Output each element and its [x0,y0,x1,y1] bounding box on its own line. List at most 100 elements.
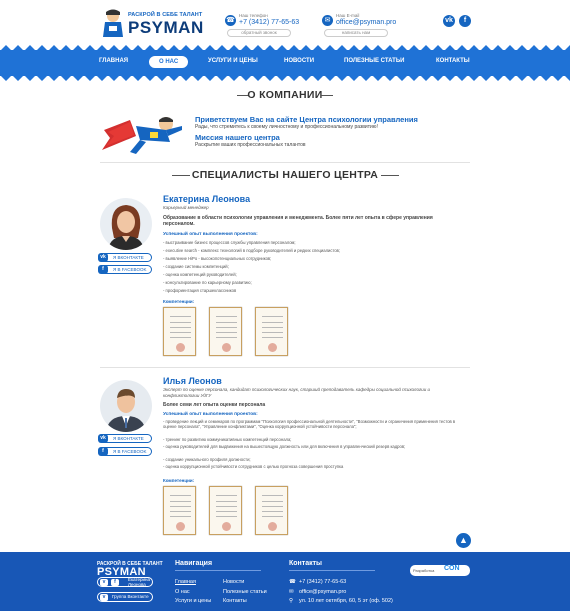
footer-contacts-underline [289,570,375,571]
specialist-role: Карьерный менеджер [163,205,209,210]
nav-item-services[interactable]: УСЛУГИ И ЦЕНЫ [208,58,258,64]
welcome-heading: Приветствуем Вас на сайте Центра психоло… [195,115,418,124]
nav-item-news[interactable]: НОВОСТИ [284,58,314,64]
certificate-thumbnail[interactable] [163,486,196,535]
developer-label: Разработка [413,568,435,573]
footer-link-services[interactable]: Услуги и цены [175,598,211,604]
footer-email[interactable]: office@psyman.pro [299,589,346,595]
experience-heading: Успешный опыт выполнения проектов: [163,412,258,417]
specialist-vk-button[interactable]: vk Я ВКОНТАКТЕ [98,253,152,262]
about-title: О КОМПАНИИ [247,89,323,101]
portrait-man-icon [100,380,152,432]
developer-badge[interactable]: Разработка CON [410,565,470,576]
footer-link-about[interactable]: О нас [175,589,190,595]
phone-number[interactable]: +7 (3412) 77-65-63 [239,19,299,26]
footer-nav-underline [175,570,261,571]
experience-item: - выявление HiPo - высокопотенциальных с… [163,256,272,261]
facebook-button-label: Я В FACEBOOK [113,449,147,454]
experience-item: - проведение лекций и семинаров по прогр… [163,419,456,429]
write-us-button[interactable]: написать нам [324,29,388,37]
seal-icon [176,343,185,352]
certificate-thumbnail[interactable] [209,486,242,535]
title-line-right [321,95,333,96]
footer-phone[interactable]: +7 (3412) 77-65-63 [299,579,346,585]
logo[interactable]: РАСКРОЙ В СЕБЕ ТАЛАНТ PSYMAN [100,8,203,40]
experience-item: - executive search - комплекс технологий… [163,248,341,253]
specialist-role: Эксперт по оценке персонала, кандидат пс… [163,387,430,398]
certificate-thumbnail[interactable] [255,486,288,535]
facebook-icon: f [98,447,108,456]
seal-icon [222,343,231,352]
experience-item: - оценка компетенций руководителей; [163,272,237,277]
specialist-facebook-button[interactable]: f Я В FACEBOOK [98,265,152,274]
portrait-woman-icon [100,198,152,250]
callback-button[interactable]: обратный звонок [227,29,291,37]
mail-icon: ✉ [322,15,333,26]
phone-label: Наш телефон [239,13,268,18]
experience-item: - консультирование по карьерному развити… [163,280,252,285]
specialist-name: Илья Леонов [163,376,222,386]
title-line-right [381,175,399,176]
specialists-title: СПЕЦИАЛИСТЫ НАШЕГО ЦЕНТРА [191,169,379,181]
certificate-thumbnail[interactable] [209,307,242,356]
experience-item: - профориентация старшеклассников [163,288,237,293]
logo-name: PSYMAN [128,18,204,37]
vk-button-label: Я ВКОНТАКТЕ [113,436,144,441]
email-label: Наш E-mail [336,13,360,18]
footer-vk-group-label: Группа Вконтакте [112,594,149,599]
scroll-top-button[interactable]: ▲ [456,533,471,548]
facebook-icon: f [111,579,119,586]
vk-icon: vk [98,253,108,262]
specialist-description: Более семи лет опыта оценки персонала [163,402,266,408]
specialist-description: Образование в области психологии управле… [163,215,433,227]
experience-item: - создание системы компетенций; [163,264,229,269]
certificate-thumbnail[interactable] [255,307,288,356]
mail-icon: ✉ [289,589,294,595]
map-pin-icon: ⚲ [289,598,294,604]
footer-person-button[interactable]: v f Екатерина Леонова [97,577,153,587]
specialist-facebook-button[interactable]: f Я В FACEBOOK [98,447,152,456]
specialist-vk-button[interactable]: vk Я ВКОНТАКТЕ [98,434,152,443]
developer-logo: CON [444,565,460,572]
footer-contacts-heading: Контакты [289,560,323,567]
email-address[interactable]: office@psyman.pro [336,19,396,26]
phone-icon: ☎ [289,579,296,585]
footer-vk-group-button[interactable]: v Группа Вконтакте [97,592,153,602]
vk-icon: v [100,594,108,601]
vk-icon: v [100,579,108,586]
welcome-text: Рады, что стремитесь к своему личностном… [195,124,378,130]
arrow-up-icon: ▲ [459,535,468,545]
facebook-icon: f [98,265,108,274]
footer-link-contacts[interactable]: Контакты [223,598,247,604]
seal-icon [268,343,277,352]
footer-link-news[interactable]: Новости [223,579,244,585]
seal-icon [222,522,231,531]
footer-person-last-name: Леонова [128,582,146,587]
nav-item-contacts[interactable]: КОНТАКТЫ [436,58,470,64]
experience-item: - оценка руководителей для выдвижения на… [163,444,406,449]
phone-icon: ☎ [225,15,236,26]
nav-item-home[interactable]: ГЛАВНАЯ [99,58,128,64]
facebook-icon[interactable]: f [459,15,471,27]
site-footer [0,552,570,611]
footer-address: ул. 10 лет октября, 60, 5 эт (оф. 502) [299,598,393,604]
vk-icon: vk [98,434,108,443]
footer-link-home[interactable]: Главная [175,579,196,585]
main-nav: ГЛАВНАЯ О НАС УСЛУГИ И ЦЕНЫ НОВОСТИ ПОЛЕ… [0,50,570,76]
footer-link-articles[interactable]: Полезные статьи [223,589,267,595]
mission-heading: Миссия нашего центра [195,133,280,142]
experience-heading: Успешный опыт выполнения проектов: [163,232,258,237]
seal-icon [268,522,277,531]
experience-item: - выстраивание бизнес процессов службы у… [163,240,296,245]
footer-nav-heading: Навигация [175,560,213,567]
nav-item-about[interactable]: О НАС [149,56,189,68]
nav-zigzag-bottom [0,75,570,81]
vk-icon[interactable]: vk [443,15,455,27]
logo-mark-icon [103,9,123,37]
facebook-button-label: Я В FACEBOOK [113,267,147,272]
certificate-thumbnail[interactable] [163,307,196,356]
nav-item-articles[interactable]: ПОЛЕЗНЫЕ СТАТЬИ [344,58,404,64]
vk-button-label: Я ВКОНТАКТЕ [113,255,144,260]
site-header: РАСКРОЙ В СЕБЕ ТАЛАНТ PSYMAN ☎ Наш телеф… [0,0,570,46]
specialist-name: Екатерина Леонова [163,194,251,204]
